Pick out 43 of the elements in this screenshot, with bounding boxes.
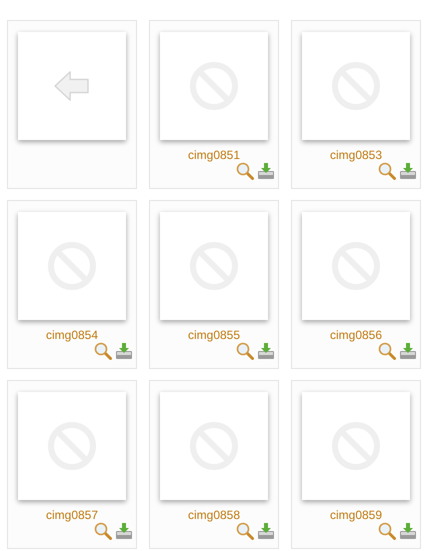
gallery-tile[interactable]: cimg0857 <box>7 380 137 549</box>
file-name[interactable]: cimg0855 <box>188 328 240 342</box>
file-name[interactable]: cimg0854 <box>46 328 98 342</box>
download-icon[interactable] <box>257 522 275 540</box>
search-icon[interactable] <box>236 522 254 540</box>
download-icon[interactable] <box>257 342 275 360</box>
file-thumbnail[interactable] <box>302 32 410 140</box>
file-name[interactable]: cimg0856 <box>330 328 382 342</box>
left-arrow-icon <box>53 70 91 102</box>
gallery-tile[interactable]: cimg0853 <box>291 20 421 189</box>
download-icon[interactable] <box>399 522 417 540</box>
file-name[interactable]: cimg0858 <box>188 508 240 522</box>
search-icon[interactable] <box>378 342 396 360</box>
download-icon[interactable] <box>399 162 417 180</box>
file-thumbnail[interactable] <box>160 392 268 500</box>
file-thumbnail[interactable] <box>160 32 268 140</box>
file-thumbnail[interactable] <box>302 212 410 320</box>
gallery-tile[interactable]: cimg0851 <box>149 20 279 189</box>
file-thumbnail[interactable] <box>18 212 126 320</box>
gallery-tile[interactable]: cimg0859 <box>291 380 421 549</box>
file-name[interactable]: cimg0853 <box>330 148 382 162</box>
gallery-tile[interactable]: cimg0855 <box>149 200 279 369</box>
file-thumbnail[interactable] <box>18 392 126 500</box>
gallery-tile[interactable] <box>7 20 137 189</box>
download-icon[interactable] <box>115 342 133 360</box>
file-thumbnail[interactable] <box>160 212 268 320</box>
back-thumbnail[interactable] <box>18 32 126 140</box>
gallery-tile[interactable]: cimg0854 <box>7 200 137 369</box>
search-icon[interactable] <box>94 342 112 360</box>
file-name[interactable]: cimg0857 <box>46 508 98 522</box>
download-icon[interactable] <box>115 522 133 540</box>
gallery-tile[interactable]: cimg0856 <box>291 200 421 369</box>
download-icon[interactable] <box>257 162 275 180</box>
file-name[interactable]: cimg0851 <box>188 148 240 162</box>
file-name[interactable]: cimg0859 <box>330 508 382 522</box>
search-icon[interactable] <box>236 162 254 180</box>
file-thumbnail[interactable] <box>302 392 410 500</box>
search-icon[interactable] <box>378 522 396 540</box>
search-icon[interactable] <box>378 162 396 180</box>
search-icon[interactable] <box>94 522 112 540</box>
search-icon[interactable] <box>236 342 254 360</box>
download-icon[interactable] <box>399 342 417 360</box>
gallery-tile[interactable]: cimg0858 <box>149 380 279 549</box>
